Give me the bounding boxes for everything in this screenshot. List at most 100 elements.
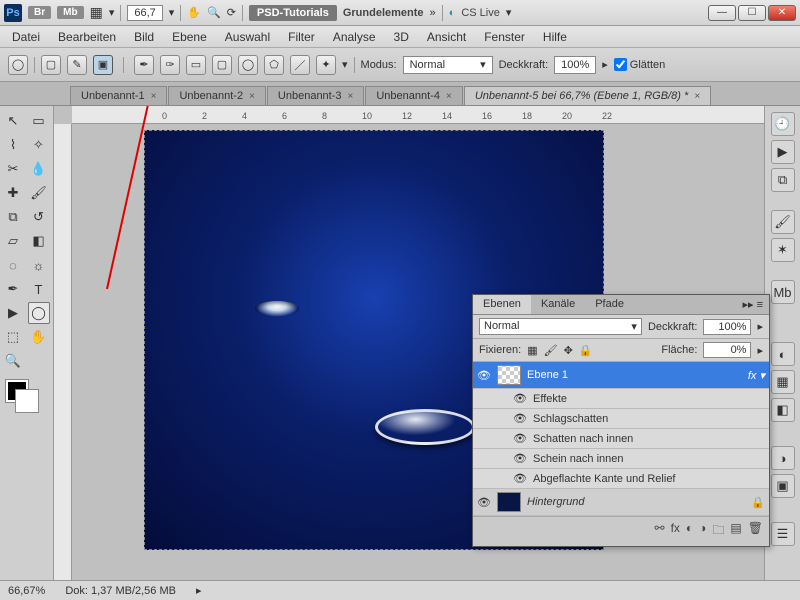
lasso-tool-icon[interactable]: ⌇ bbox=[2, 134, 24, 156]
doc-name-2[interactable]: Grundelemente bbox=[343, 7, 424, 19]
close-button[interactable]: ✕ bbox=[768, 5, 796, 21]
visibility-icon[interactable]: 👁 bbox=[513, 452, 527, 465]
path-select-icon[interactable]: ▶ bbox=[2, 302, 24, 324]
brush-panel-icon[interactable]: 🖌 bbox=[771, 210, 795, 234]
menu-3d[interactable]: 3D bbox=[386, 28, 417, 46]
layer-effect-row[interactable]: 👁Effekte bbox=[473, 389, 769, 409]
3d-tool-icon[interactable]: ⬚ bbox=[2, 326, 24, 348]
layer-effect-row[interactable]: 👁Schatten nach innen bbox=[473, 429, 769, 449]
stamp-tool-icon[interactable]: ⧉ bbox=[2, 206, 24, 228]
flyout-icon[interactable]: ▸ bbox=[757, 344, 763, 357]
layer-effect-row[interactable]: 👁Abgeflachte Kante und Relief bbox=[473, 469, 769, 489]
history-brush-icon[interactable]: ↺ bbox=[28, 206, 50, 228]
layer-row[interactable]: 👁 Hintergrund 🔒 bbox=[473, 489, 769, 516]
actions-panel-icon[interactable]: ▶ bbox=[771, 140, 795, 164]
new-layer-icon[interactable]: ▤ bbox=[730, 521, 741, 542]
marquee-tool-icon[interactable]: ▭ bbox=[28, 110, 50, 132]
close-icon[interactable]: × bbox=[694, 91, 700, 102]
menu-datei[interactable]: Datei bbox=[4, 28, 48, 46]
layers-panel-icon[interactable]: ☰ bbox=[771, 522, 795, 546]
arrange-icon[interactable]: ▦ bbox=[90, 4, 103, 21]
ellipse-shape-icon[interactable]: ◯ bbox=[238, 55, 258, 75]
crop-tool-icon[interactable]: ✂ bbox=[2, 158, 24, 180]
visibility-icon[interactable]: 👁 bbox=[477, 496, 491, 509]
layer-row[interactable]: 👁 Ebene 1 fx ▾ bbox=[473, 362, 769, 389]
menu-hilfe[interactable]: Hilfe bbox=[535, 28, 575, 46]
panel-menu-icon[interactable]: ▸▸ ≡ bbox=[736, 295, 769, 314]
doc-name-1[interactable]: PSD-Tutorials bbox=[249, 5, 337, 21]
visibility-icon[interactable]: 👁 bbox=[513, 412, 527, 425]
fx-icon[interactable]: fx bbox=[671, 521, 680, 542]
close-icon[interactable]: × bbox=[446, 91, 452, 102]
lock-trans-icon[interactable]: ▦ bbox=[527, 344, 537, 357]
lock-all-icon[interactable]: 🔒 bbox=[579, 344, 593, 357]
doc-tab-active[interactable]: Unbenannt-5 bei 66,7% (Ebene 1, RGB/8) *… bbox=[464, 86, 711, 105]
chevron-down-icon[interactable]: ▾ bbox=[169, 6, 175, 19]
doc-tab[interactable]: Unbenannt-4× bbox=[365, 86, 462, 105]
opacity-flyout-icon[interactable]: ▸ bbox=[602, 58, 608, 71]
masks-panel-icon[interactable]: ▣ bbox=[771, 474, 795, 498]
layer-effect-row[interactable]: 👁Schlagschatten bbox=[473, 409, 769, 429]
color-swatches[interactable] bbox=[2, 380, 51, 414]
bridge-chip[interactable]: Br bbox=[28, 6, 51, 19]
tab-pfade[interactable]: Pfade bbox=[585, 295, 634, 314]
freeform-pen-icon[interactable]: ✑ bbox=[160, 55, 180, 75]
minibridge-panel-icon[interactable]: Mb bbox=[771, 280, 795, 304]
pen-tool-icon[interactable]: ✒ bbox=[2, 278, 24, 300]
layer-effect-row[interactable]: 👁Schein nach innen bbox=[473, 449, 769, 469]
minimize-button[interactable]: — bbox=[708, 5, 736, 21]
mask-icon[interactable]: ◐ bbox=[686, 521, 693, 542]
doc-tab[interactable]: Unbenannt-1× bbox=[70, 86, 167, 105]
link-layers-icon[interactable]: ⚯ bbox=[655, 521, 665, 542]
menu-ansicht[interactable]: Ansicht bbox=[419, 28, 474, 46]
group-icon[interactable]: 🗀 bbox=[712, 521, 724, 542]
styles-panel-icon[interactable]: ◧ bbox=[771, 398, 795, 422]
wand-tool-icon[interactable]: ✧ bbox=[28, 134, 50, 156]
blur-tool-icon[interactable]: ◌ bbox=[2, 254, 24, 276]
cslive-label[interactable]: CS Live bbox=[461, 7, 500, 19]
visibility-icon[interactable]: 👁 bbox=[477, 369, 491, 382]
visibility-icon[interactable]: 👁 bbox=[513, 472, 527, 485]
layer-thumb[interactable] bbox=[497, 365, 521, 385]
type-tool-icon[interactable]: T bbox=[28, 278, 50, 300]
line-shape-icon[interactable]: ／ bbox=[290, 55, 310, 75]
polygon-shape-icon[interactable]: ⬠ bbox=[264, 55, 284, 75]
heal-tool-icon[interactable]: ✚ bbox=[2, 182, 24, 204]
gradient-tool-icon[interactable]: ◧ bbox=[28, 230, 50, 252]
fill-pixels-icon[interactable]: ▣ bbox=[93, 55, 113, 75]
glaetten-checkbox[interactable]: Glätten bbox=[614, 58, 665, 71]
modus-select[interactable]: Normal▾ bbox=[403, 56, 493, 74]
history-panel-icon[interactable]: 🕘 bbox=[771, 112, 795, 136]
lock-paint-icon[interactable]: 🖌 bbox=[544, 344, 558, 357]
status-flyout-icon[interactable]: ▸ bbox=[196, 584, 202, 597]
chevron-down-icon[interactable]: ▾ bbox=[109, 6, 115, 19]
menu-filter[interactable]: Filter bbox=[280, 28, 323, 46]
doc-tab[interactable]: Unbenannt-3× bbox=[267, 86, 364, 105]
path-icon[interactable]: ✎ bbox=[67, 55, 87, 75]
layer-opacity-field[interactable]: 100% bbox=[703, 319, 751, 335]
menu-auswahl[interactable]: Auswahl bbox=[217, 28, 278, 46]
brushsrc-panel-icon[interactable]: ✶ bbox=[771, 238, 795, 262]
deckkraft-field[interactable]: 100% bbox=[554, 56, 596, 74]
status-doc-size[interactable]: Dok: 1,37 MB/2,56 MB bbox=[65, 585, 176, 597]
swatches-panel-icon[interactable]: ▦ bbox=[771, 370, 795, 394]
color-panel-icon[interactable]: ◐ bbox=[771, 342, 795, 366]
menu-ebene[interactable]: Ebene bbox=[164, 28, 215, 46]
fx-badge[interactable]: fx ▾ bbox=[748, 369, 765, 382]
chevron-down-icon[interactable]: ▾ bbox=[342, 58, 348, 71]
roundrect-shape-icon[interactable]: ▢ bbox=[212, 55, 232, 75]
doc-tab[interactable]: Unbenannt-2× bbox=[168, 86, 265, 105]
adjustment-icon[interactable]: ◑ bbox=[699, 521, 706, 542]
background-swatch[interactable] bbox=[16, 390, 38, 412]
zoom-tool-icon[interactable]: 🔍 bbox=[2, 350, 24, 372]
close-icon[interactable]: × bbox=[249, 91, 255, 102]
close-icon[interactable]: × bbox=[348, 91, 354, 102]
blend-mode-select[interactable]: Normal▾ bbox=[479, 318, 642, 335]
layers-panel[interactable]: Ebenen Kanäle Pfade ▸▸ ≡ Normal▾ Deckkra… bbox=[472, 294, 770, 547]
status-zoom[interactable]: 66,67% bbox=[8, 585, 45, 597]
shape-preset-icon[interactable]: ◯ bbox=[8, 55, 28, 75]
custom-shape-icon[interactable]: ✦ bbox=[316, 55, 336, 75]
eraser-tool-icon[interactable]: ▱ bbox=[2, 230, 24, 252]
maximize-button[interactable]: ☐ bbox=[738, 5, 766, 21]
rect-shape-icon[interactable]: ▭ bbox=[186, 55, 206, 75]
